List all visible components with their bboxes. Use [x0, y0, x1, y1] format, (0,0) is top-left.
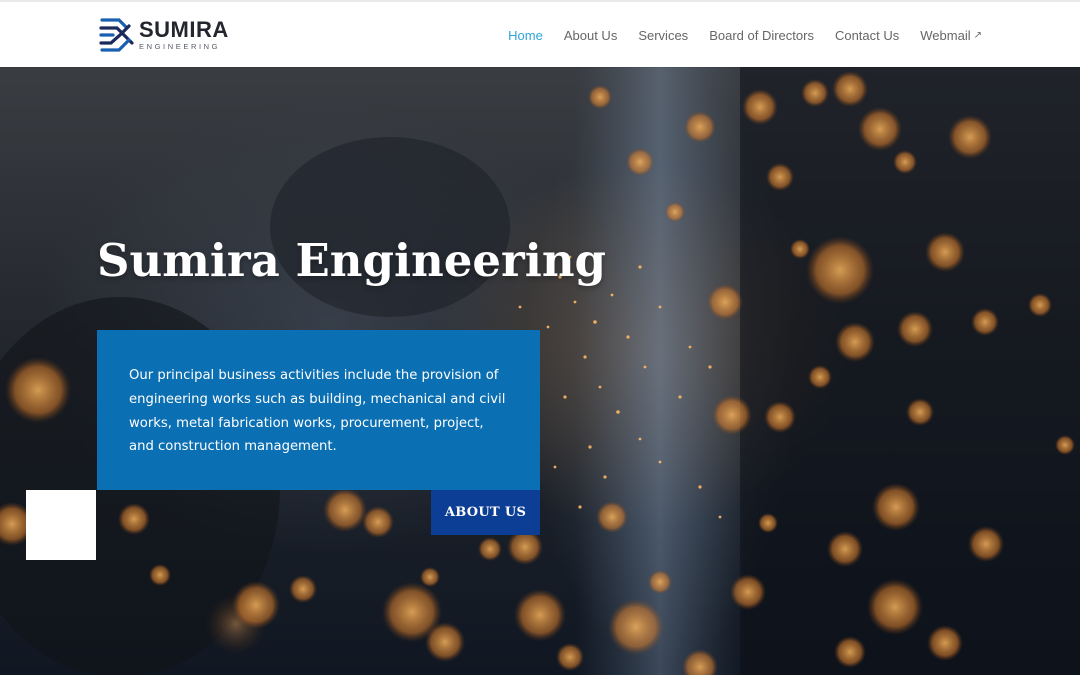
main-nav: Home About Us Services Board of Director…	[487, 2, 982, 69]
nav-webmail-label: Webmail	[920, 28, 971, 43]
nav-board-of-directors[interactable]: Board of Directors	[709, 28, 814, 43]
external-link-icon: ↗	[973, 30, 982, 41]
nav-contact-us[interactable]: Contact Us	[835, 28, 899, 43]
nav-services[interactable]: Services	[638, 28, 688, 43]
site-header: SUMIRA ENGINEERING Home About Us Service…	[0, 0, 1080, 67]
nav-about-us[interactable]: About Us	[564, 28, 617, 43]
logo-subtitle: ENGINEERING	[139, 42, 221, 51]
logo-text: SUMIRA ENGINEERING	[139, 17, 229, 52]
hero-description: Our principal business activities includ…	[129, 368, 506, 455]
sumira-logo-mark-icon	[99, 18, 134, 52]
logo-name: SUMIRA	[139, 17, 229, 42]
decorative-white-square	[26, 490, 96, 560]
hero-section: Sumira Engineering Our principal busines…	[0, 67, 1080, 675]
hero-info-box: Our principal business activities includ…	[97, 330, 540, 490]
about-us-button[interactable]: ABOUT US	[431, 490, 540, 535]
hero-title: Sumira Engineering	[97, 234, 606, 287]
nav-webmail[interactable]: Webmail ↗	[920, 28, 982, 43]
nav-home[interactable]: Home	[508, 28, 543, 43]
logo[interactable]: SUMIRA ENGINEERING	[99, 15, 229, 55]
